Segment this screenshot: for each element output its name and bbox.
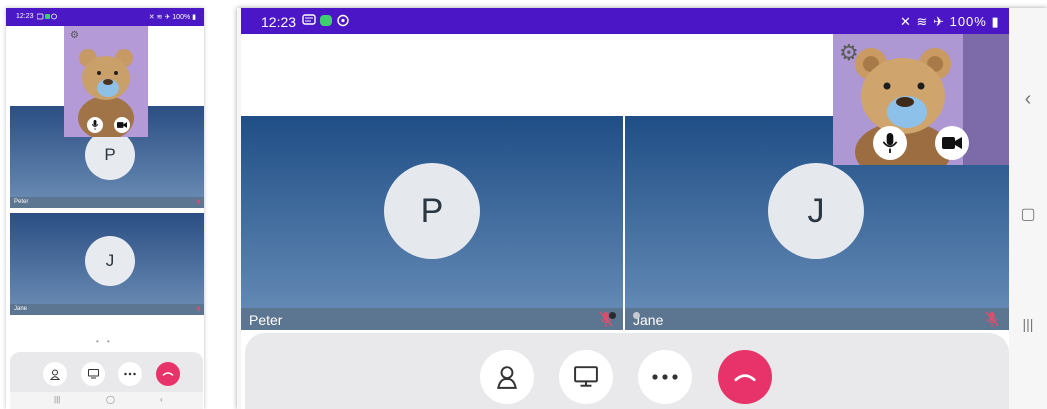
screenshot-root: 12:23 ✕ ≋ ✈ 100% ▮ P Peter J Jane ⚙ • • … <box>0 0 1047 409</box>
avatar: P <box>85 130 135 180</box>
name-bar: Peter <box>241 308 623 330</box>
battery-icon: ▮ <box>991 14 1000 29</box>
camera-toggle-button[interactable] <box>935 126 969 160</box>
more-icon <box>124 372 136 376</box>
self-view-small[interactable]: ⚙ <box>64 26 148 137</box>
mute-status-icon: ✕ <box>148 14 155 21</box>
back-icon[interactable]: ‹ <box>1009 88 1047 111</box>
camera-icon <box>117 122 127 128</box>
monitor-icon <box>574 366 598 387</box>
camera-toggle-button-small[interactable] <box>114 117 130 133</box>
mic-icon <box>91 120 99 130</box>
avatar: P <box>384 163 480 259</box>
call-toolbar <box>245 333 1009 409</box>
more-icon <box>652 374 678 380</box>
airplane-icon: ✈ <box>933 14 945 29</box>
participants-button-small[interactable] <box>43 362 67 386</box>
share-screen-button-small[interactable] <box>81 362 105 386</box>
page-indicator-small: • • <box>96 337 113 346</box>
mic-toggle-button[interactable] <box>873 126 907 160</box>
mic-toggle-button-small[interactable] <box>87 117 103 133</box>
hang-up-icon <box>734 374 756 382</box>
mute-status-icon: ✕ <box>900 14 912 29</box>
hang-up-button[interactable] <box>718 350 772 404</box>
status-right-small: ✕ ≋ ✈ 100% ▮ <box>149 13 196 21</box>
home-icon[interactable]: ◯ <box>106 395 115 404</box>
avatar: J <box>768 163 864 259</box>
call-toolbar-small <box>10 352 203 392</box>
wifi-icon: ≋ <box>156 14 163 21</box>
teddy-bear-video-frame <box>64 26 148 137</box>
back-icon[interactable]: ‹ <box>160 395 163 404</box>
person-icon <box>497 366 517 389</box>
participant-tile-jane-small[interactable]: J Jane <box>10 213 204 315</box>
camera-icon <box>942 137 962 149</box>
home-icon[interactable]: ▢ <box>1009 204 1047 224</box>
page-dot-active <box>609 312 616 319</box>
mic-muted-icon <box>985 311 999 327</box>
participant-name: Peter <box>14 199 29 205</box>
notification-icons <box>302 14 350 27</box>
recents-icon[interactable]: ||| <box>1009 316 1047 332</box>
person-icon <box>50 369 60 380</box>
self-view[interactable]: ⚙ <box>833 34 1009 165</box>
hang-up-button-small[interactable] <box>156 362 180 386</box>
settings-gear-icon[interactable]: ⚙ <box>70 30 79 41</box>
more-button-small[interactable] <box>118 362 142 386</box>
landscape-phone: 12:23 ✕ ≋ ✈ 100% ▮ P Peter J Jane ⚙ ‹ ▢ … <box>237 8 1047 409</box>
battery-icon: ▮ <box>192 14 196 21</box>
teddy-bear-video-frame <box>833 34 1009 165</box>
name-bar: Peter <box>10 197 204 208</box>
participant-name: Peter <box>249 312 283 328</box>
chat-app-icon <box>320 15 332 26</box>
avatar: J <box>85 236 135 286</box>
wifi-icon: ≋ <box>916 14 929 29</box>
portrait-phone: 12:23 ✕ ≋ ✈ 100% ▮ P Peter J Jane ⚙ • • … <box>6 8 204 409</box>
status-time-small: 12:23 <box>16 13 34 20</box>
settings-gear-icon[interactable]: ⚙ <box>839 42 859 64</box>
recents-icon[interactable]: ||| <box>54 395 60 404</box>
participant-tile-peter[interactable]: P Peter <box>241 116 623 330</box>
message-icon <box>302 14 316 25</box>
status-bar: 12:23 ✕ ≋ ✈ 100% ▮ <box>241 8 1009 34</box>
battery-text: 100% <box>949 14 987 29</box>
battery-text-small: 100% <box>172 14 191 21</box>
share-screen-button[interactable] <box>559 350 613 404</box>
status-bar-small: 12:23 ✕ ≋ ✈ 100% ▮ <box>6 8 204 26</box>
mic-muted-icon <box>196 199 201 206</box>
notification-icons-small <box>36 13 59 22</box>
status-right: ✕ ≋ ✈ 100% ▮ <box>900 14 1000 30</box>
hang-up-icon <box>162 372 174 377</box>
nav-bar: ‹ ▢ ||| <box>1009 8 1047 409</box>
monitor-icon <box>87 369 99 379</box>
sync-icon <box>337 14 349 27</box>
participant-name: Jane <box>14 306 28 312</box>
participants-button[interactable] <box>480 350 534 404</box>
airplane-icon: ✈ <box>164 14 171 21</box>
nav-bar-small: ||| ◯ ‹ <box>10 392 203 409</box>
mic-muted-icon <box>196 306 201 313</box>
mic-icon <box>882 133 898 153</box>
more-button[interactable] <box>638 350 692 404</box>
call-screen: 12:23 ✕ ≋ ✈ 100% ▮ P Peter J Jane ⚙ <box>241 8 1009 409</box>
page-dot-inactive <box>633 312 640 319</box>
status-time: 12:23 <box>261 14 297 30</box>
name-bar: Jane <box>625 308 1009 330</box>
name-bar: Jane <box>10 304 204 315</box>
